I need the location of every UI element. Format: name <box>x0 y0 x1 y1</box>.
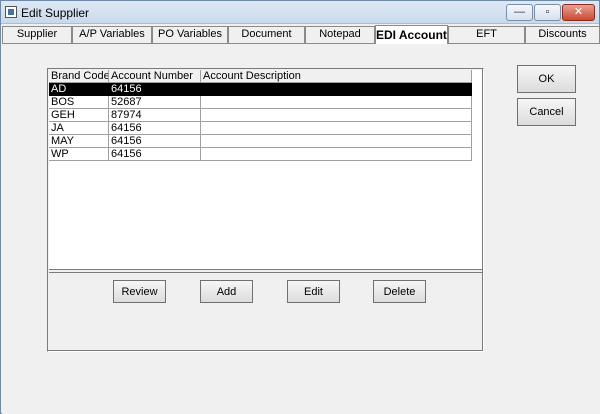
grid-action-bar: Review Add Edit Delete <box>49 272 482 309</box>
tab-strip: Supplier A/P Variables PO Variables Docu… <box>2 25 600 44</box>
column-header-account-number[interactable]: Account Number <box>109 70 201 83</box>
account-number-cell[interactable]: 64156 <box>109 83 201 96</box>
tab-notepad[interactable]: Notepad <box>305 26 375 43</box>
review-button[interactable]: Review <box>113 280 166 303</box>
table-row[interactable]: MAY 64156 <box>49 135 472 148</box>
edit-supplier-window: Edit Supplier — ▫ ✕ Supplier A/P Variabl… <box>0 0 600 414</box>
account-description-cell[interactable] <box>201 109 472 122</box>
account-number-cell[interactable]: 64156 <box>109 135 201 148</box>
add-button[interactable]: Add <box>200 280 253 303</box>
column-header-brand-code[interactable]: Brand Code <box>49 70 109 83</box>
account-number-cell[interactable]: 64156 <box>109 148 201 161</box>
app-icon <box>5 6 17 18</box>
account-description-cell[interactable] <box>201 96 472 109</box>
tab-supplier[interactable]: Supplier <box>2 26 72 43</box>
accounts-frame: Brand Code Account Number Account Descri… <box>47 68 484 352</box>
tab-document[interactable]: Document <box>228 26 305 43</box>
brand-code-cell[interactable]: GEH <box>49 109 109 122</box>
accounts-grid[interactable]: Brand Code Account Number Account Descri… <box>49 70 482 270</box>
table-row[interactable]: JA 64156 <box>49 122 472 135</box>
column-header-account-description[interactable]: Account Description <box>201 70 472 83</box>
delete-button[interactable]: Delete <box>373 280 426 303</box>
tab-ap-variables[interactable]: A/P Variables <box>72 26 152 43</box>
close-button[interactable]: ✕ <box>562 4 595 21</box>
window-title: Edit Supplier <box>21 6 90 20</box>
edi-accounts-panel: Brand Code Account Number Account Descri… <box>2 43 600 414</box>
account-description-cell[interactable] <box>201 83 472 96</box>
table-row[interactable]: BOS 52687 <box>49 96 472 109</box>
tab-discounts[interactable]: Discounts <box>525 26 600 43</box>
account-number-cell[interactable]: 64156 <box>109 122 201 135</box>
brand-code-cell[interactable]: JA <box>49 122 109 135</box>
account-number-cell[interactable]: 52687 <box>109 96 201 109</box>
brand-code-cell[interactable]: WP <box>49 148 109 161</box>
ok-button[interactable]: OK <box>517 65 576 93</box>
cancel-button[interactable]: Cancel <box>517 98 576 126</box>
account-number-cell[interactable]: 87974 <box>109 109 201 122</box>
title-bar: Edit Supplier — ▫ ✕ <box>1 1 599 24</box>
account-description-cell[interactable] <box>201 135 472 148</box>
brand-code-cell[interactable]: MAY <box>49 135 109 148</box>
account-description-cell[interactable] <box>201 148 472 161</box>
tab-edi-accounts[interactable]: EDI Accounts <box>375 25 448 44</box>
table-row[interactable]: WP 64156 <box>49 148 472 161</box>
maximize-button[interactable]: ▫ <box>534 4 561 21</box>
account-description-cell[interactable] <box>201 122 472 135</box>
grid-header: Brand Code Account Number Account Descri… <box>49 70 472 83</box>
minimize-button[interactable]: — <box>506 4 533 21</box>
edit-button[interactable]: Edit <box>287 280 340 303</box>
brand-code-cell[interactable]: AD <box>49 83 109 96</box>
tab-eft[interactable]: EFT <box>448 26 525 43</box>
table-row[interactable]: GEH 87974 <box>49 109 472 122</box>
table-row[interactable]: AD 64156 <box>49 83 472 96</box>
tab-po-variables[interactable]: PO Variables <box>152 26 228 43</box>
brand-code-cell[interactable]: BOS <box>49 96 109 109</box>
